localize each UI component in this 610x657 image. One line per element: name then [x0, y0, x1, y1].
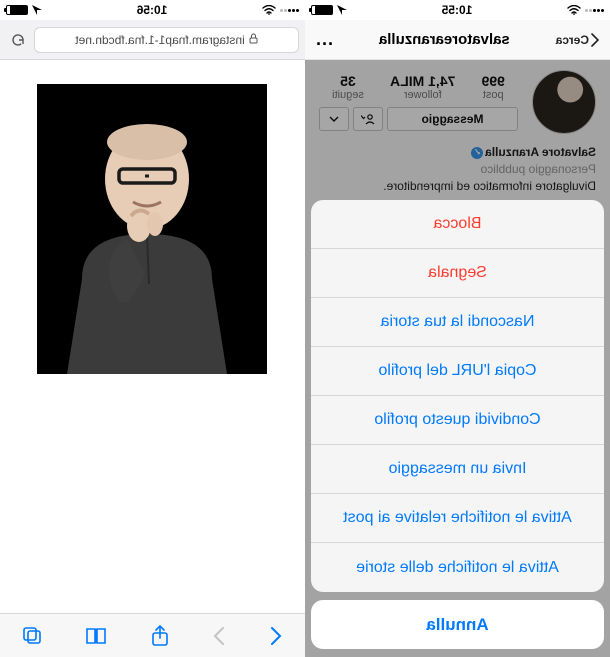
battery-icon — [311, 5, 333, 15]
profile-nav-bar: Cerca salvatorearanzulla ... — [305, 20, 610, 60]
cellular-signal-icon — [280, 9, 299, 12]
clock: 10:56 — [137, 3, 168, 17]
wifi-icon — [262, 5, 276, 15]
action-sheet-item-7[interactable]: Attiva le notifiche delle storie — [311, 543, 604, 592]
cellular-signal-icon — [585, 9, 604, 12]
action-sheet: BloccaSegnalaNascondi la tua storiaCopia… — [311, 200, 604, 649]
back-button[interactable]: Cerca — [556, 33, 600, 47]
safari-toolbar — [0, 613, 305, 657]
action-sheet-item-6[interactable]: Attiva le notifiche relative ai post — [311, 494, 604, 543]
safari-screen: 10:56 instagram.fnap1-1.fna.fbcdn.net — [0, 0, 305, 657]
address-bar[interactable]: instagram.fnap1-1.fna.fbcdn.net — [0, 20, 305, 60]
bookmarks-button[interactable] — [85, 627, 107, 645]
tabs-button[interactable] — [22, 626, 42, 646]
battery-icon — [6, 5, 28, 15]
wifi-icon — [567, 5, 581, 15]
nav-forward-button[interactable] — [212, 626, 226, 646]
clock: 10:55 — [442, 3, 473, 17]
nav-back-button[interactable] — [269, 626, 283, 646]
reload-button[interactable] — [6, 28, 30, 52]
action-sheet-item-0[interactable]: Blocca — [311, 200, 604, 249]
action-sheet-cancel[interactable]: Annulla — [311, 600, 604, 649]
action-sheet-item-4[interactable]: Condividi questo profilo — [311, 396, 604, 445]
content-area — [0, 60, 305, 613]
action-sheet-item-3[interactable]: Copia l'URL del profilo — [311, 347, 604, 396]
action-sheet-item-2[interactable]: Nascondi la tua storia — [311, 298, 604, 347]
action-sheet-item-1[interactable]: Segnala — [311, 249, 604, 298]
instagram-profile-screen: 10:55 Cerca salvatorearanzulla ... 999po… — [305, 0, 610, 657]
status-bar: 10:55 — [305, 0, 610, 20]
action-sheet-item-5[interactable]: Invia un messaggio — [311, 445, 604, 494]
more-options-button[interactable]: ... — [315, 29, 333, 50]
profile-photo-image[interactable] — [38, 84, 268, 374]
profile-username: salvatorearanzulla — [379, 31, 510, 48]
status-bar: 10:56 — [0, 0, 305, 20]
lock-icon — [249, 33, 258, 47]
share-button[interactable] — [151, 625, 169, 647]
location-icon — [32, 5, 42, 15]
back-label: Cerca — [556, 33, 589, 47]
url-text: instagram.fnap1-1.fna.fbcdn.net — [75, 33, 244, 47]
location-icon — [337, 5, 347, 15]
